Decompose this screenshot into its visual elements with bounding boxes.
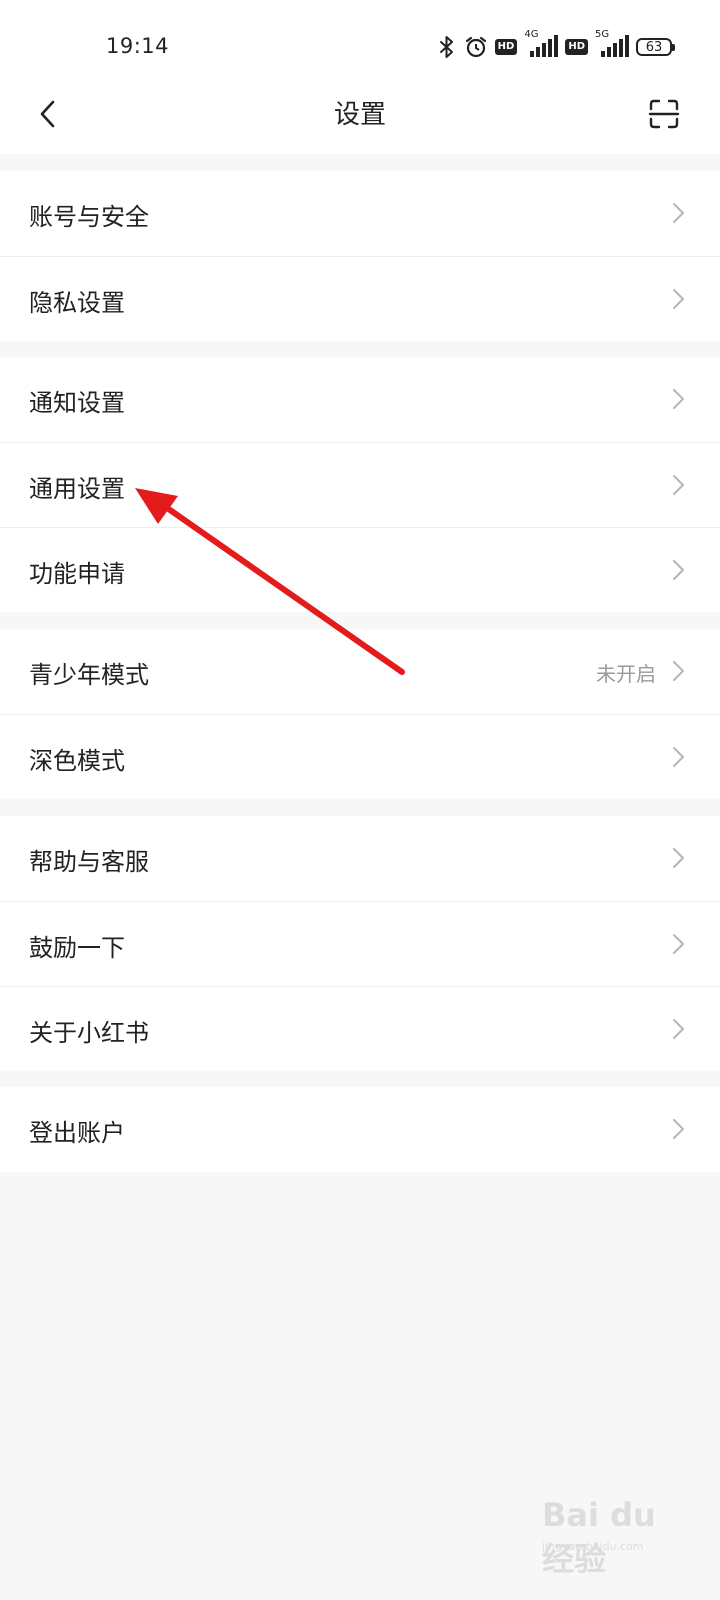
settings-item-help[interactable]: 帮助与客服 (0, 816, 720, 901)
signal-4g-icon: 4G (524, 29, 559, 59)
chevron-right-icon (673, 389, 684, 409)
settings-group-support: 帮助与客服 鼓励一下 关于小红书 (0, 816, 720, 1071)
settings-group-general: 通知设置 通用设置 功能申请 (0, 357, 720, 612)
settings-item-encourage[interactable]: 鼓励一下 (0, 901, 720, 986)
teen-mode-status: 未开启 (596, 662, 656, 686)
settings-item-label: 隐私设置 (29, 289, 125, 317)
settings-item-about[interactable]: 关于小红书 (0, 986, 720, 1071)
settings-item-label: 鼓励一下 (29, 934, 125, 962)
status-icons: HD 4G HD 5G 63 (437, 29, 675, 64)
chevron-right-icon (673, 475, 684, 495)
chevron-right-icon (673, 1119, 684, 1139)
net-label-5g: 5G (595, 29, 610, 40)
battery-icon: 63 (636, 38, 675, 56)
chevron-right-icon (673, 289, 684, 309)
settings-item-notifications[interactable]: 通知设置 (0, 357, 720, 442)
chevron-right-icon (673, 661, 684, 681)
settings-item-label: 通用设置 (29, 475, 125, 503)
scan-button[interactable] (640, 92, 688, 140)
page-title: 设置 (333, 100, 386, 130)
chevron-right-icon (673, 203, 684, 223)
watermark: Bai du 经验 jingyan.baidu.com (542, 1486, 672, 1578)
settings-item-teen-mode[interactable]: 青少年模式 未开启 (0, 629, 720, 714)
settings-item-feature-request[interactable]: 功能申请 (0, 527, 720, 612)
chevron-right-icon (673, 560, 684, 580)
status-bar: 19:14 HD 4G HD 5G 63 (0, 0, 720, 80)
settings-item-dark-mode[interactable]: 深色模式 (0, 714, 720, 799)
settings-group-logout: 登出账户 (0, 1087, 720, 1172)
status-time: 19:14 (106, 34, 170, 58)
settings-item-label: 账号与安全 (29, 203, 149, 231)
chevron-right-icon (673, 747, 684, 767)
settings-item-logout[interactable]: 登出账户 (0, 1087, 720, 1172)
hd-badge: HD (494, 39, 518, 55)
settings-group-account: 账号与安全 隐私设置 (0, 171, 720, 341)
alarm-icon (464, 35, 488, 59)
chevron-right-icon (673, 1019, 684, 1039)
settings-item-privacy[interactable]: 隐私设置 (0, 256, 720, 341)
bluetooth-icon (437, 35, 457, 59)
settings-item-label: 帮助与客服 (29, 848, 149, 876)
chevron-right-icon (673, 934, 684, 954)
settings-item-label: 青少年模式 (29, 661, 149, 689)
chevron-right-icon (673, 848, 684, 868)
settings-group-modes: 青少年模式 未开启 深色模式 (0, 629, 720, 799)
settings-item-label: 关于小红书 (29, 1019, 149, 1047)
settings-item-label: 功能申请 (29, 560, 125, 588)
settings-item-label: 深色模式 (29, 747, 125, 775)
hd-badge: HD (565, 39, 588, 55)
settings-item-label: 通知设置 (29, 389, 125, 417)
signal-5g-icon: 5G (595, 29, 629, 59)
settings-item-general[interactable]: 通用设置 (0, 442, 720, 527)
watermark-sub: jingyan.baidu.com (542, 1540, 644, 1553)
scan-icon (648, 98, 680, 134)
settings-item-label: 登出账户 (29, 1119, 125, 1147)
settings-item-account-security[interactable]: 账号与安全 (0, 171, 720, 256)
page-header: 设置 (0, 80, 720, 154)
net-label-4g: 4G (524, 29, 539, 40)
watermark-text: Bai du 经验 (542, 1496, 656, 1578)
